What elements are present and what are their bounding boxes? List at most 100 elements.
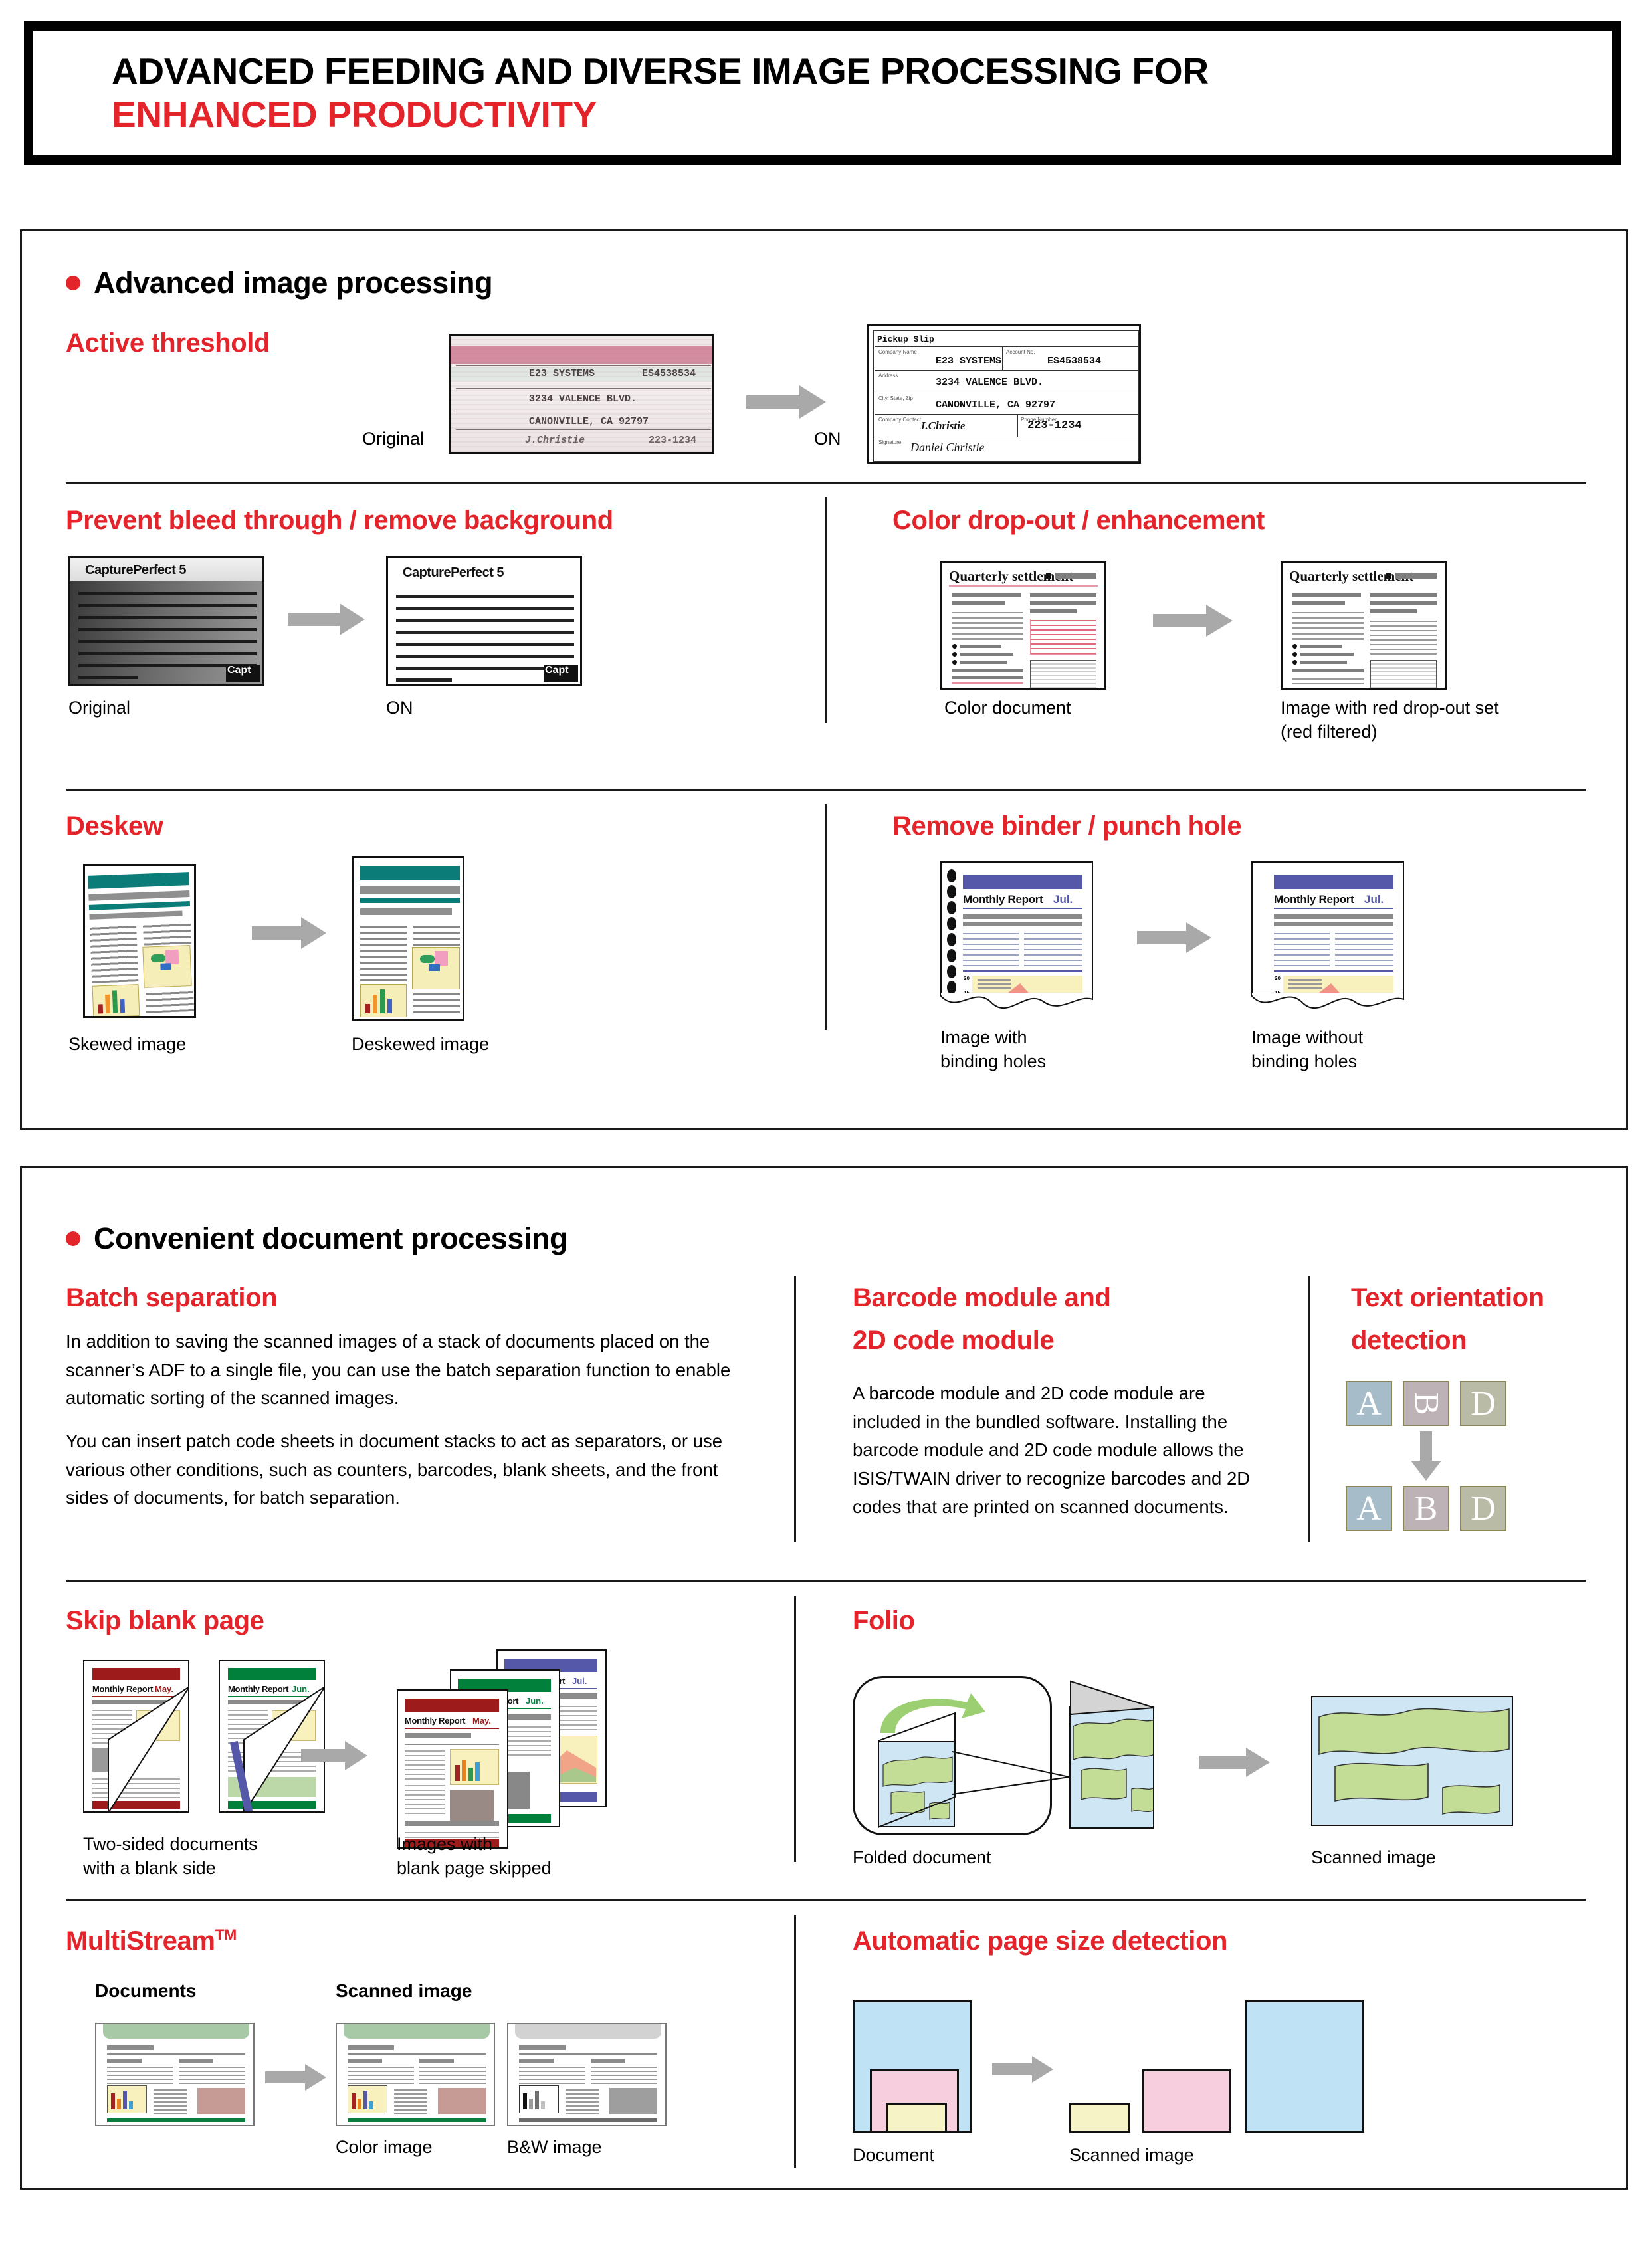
header-title-line2: ENHANCED PRODUCTIVITY [112,94,597,135]
capture-logo: Capt [226,665,260,682]
doc-title-monthly-report: Monthly Report [405,1716,466,1726]
doc-month-label: May. [472,1716,491,1726]
barcode-module-paragraph: A barcode module and 2D code module are … [853,1383,1251,1517]
divider-horizontal [66,789,1586,791]
letter-box-before-b: B [1403,1381,1449,1426]
arrow-right-icon [265,2064,326,2091]
page-header: ADVANCED FEEDING AND DIVERSE IMAGE PROCE… [24,21,1621,165]
label-scanned-image: Scanned image [336,1980,472,2001]
section-heading-advanced: Advanced image processing [66,266,493,300]
caption-with-holes-l2: binding holes [940,1051,1047,1071]
image-two-sided-doc-may: Monthly Report May. [83,1660,189,1813]
doc-title-monthly-report: Monthly Report [1274,893,1354,906]
feature-title-batch-separation: Batch separation [66,1283,278,1312]
feature-title-prevent-bleed: Prevent bleed through / remove backgroun… [66,506,613,535]
doc-month-label: Jul. [1053,893,1073,906]
caption-folio-scanned: Scanned image [1311,1847,1436,1867]
page-size-scanned-medium [1142,2069,1231,2133]
letter-glyph: A [1356,1489,1382,1528]
image-skewed-document [83,864,196,1018]
feature-title-active-threshold: Active threshold [66,328,270,358]
arrow-right-icon [992,2056,1053,2083]
feature-title-barcode-l2: 2D code module [853,1326,1055,1355]
caption-auto-size-document: Document [853,2145,935,2165]
image-without-binding-holes: Monthly Report Jul. 20 15 [1251,861,1404,994]
image-original-receipt: E23 SYSTEMS ES4538534 3234 VALENCE BLVD.… [449,334,714,454]
image-folded-document-right [1069,1706,1154,1829]
image-red-filtered-document: Quarterly settlement [1281,561,1447,690]
letter-box-before-d: D [1460,1381,1506,1426]
image-stack-may: Monthly Report May. [397,1689,508,1849]
caption-color-document: Color document [944,698,1071,718]
caption-active-threshold-on: ON [814,429,841,449]
torn-edge-icon [940,993,1093,1009]
arrow-right-icon [301,1741,367,1770]
feature-title-color-dropout: Color drop-out / enhancement [892,506,1265,535]
letter-glyph: A [1356,1384,1382,1423]
feature-title-skip-blank-page: Skip blank page [66,1606,264,1635]
multistream-label: MultiStream [66,1926,215,1956]
image-color-document: Quarterly settlement [940,561,1106,690]
feature-title-text-orientation-l1: Text orientation [1351,1283,1544,1312]
caption-deskewed-image: Deskewed image [352,1034,490,1054]
arrow-right-icon [288,603,365,635]
caption-two-sided-l2: with a blank side [83,1858,216,1878]
divider-horizontal [66,1899,1586,1901]
arrow-right-icon [746,385,826,419]
caption-skewed-image: Skewed image [68,1034,187,1054]
divider-horizontal [66,482,1586,484]
caption-two-sided-l1: Two-sided documents [83,1834,258,1854]
feature-title-multistream: MultiStreamTM [66,1926,237,1957]
caption-folded-document: Folded document [853,1847,991,1867]
image-multistream-bw [507,2023,667,2126]
image-deskewed-document [352,856,464,1021]
image-thresholded-receipt: Pickup Slip Company Name Account No. Add… [867,324,1141,464]
feature-title-folio: Folio [853,1606,915,1635]
caption-bw-image: B&W image [507,2137,602,2157]
connector-lines [952,1751,1070,1795]
image-bleed-original: CapturePerfect 5 Capt [68,556,264,686]
feature-title-auto-page-size: Automatic page size detection [853,1926,1228,1956]
feature-title-text-orientation-l2: detection [1351,1326,1467,1355]
label-documents: Documents [95,1980,197,2001]
section-title-convenient: Convenient document processing [94,1221,568,1255]
fold-flap-icon [1070,1680,1155,1716]
caption-with-holes-l1: Image with [940,1027,1027,1047]
feature-title-deskew: Deskew [66,811,163,841]
doc-title-monthly-report: Monthly Report [963,893,1043,906]
letter-box-after-d: D [1460,1486,1506,1531]
arrow-right-icon [1199,1748,1270,1777]
divider-vertical [825,497,827,723]
letter-glyph: D [1471,1384,1496,1423]
feature-title-remove-binder: Remove binder / punch hole [892,811,1242,841]
section-heading-convenient: Convenient document processing [66,1221,568,1256]
multistream-trademark: TM [215,1926,237,1944]
divider-vertical [825,804,827,1030]
caption-bleed-original: Original [68,698,131,718]
arrow-right-icon [252,917,326,949]
divider-vertical [1308,1276,1310,1542]
red-highlight-block [1030,619,1096,655]
image-multistream-source [95,2023,255,2126]
page-size-scanned-large [1245,2000,1364,2133]
doc-month-label: Jul. [572,1676,587,1686]
caption-bleed-on: ON [386,698,413,718]
letter-box-before-a: A [1346,1381,1392,1426]
divider-horizontal [66,1580,1586,1582]
caption-blank-skipped-l1: Images with [397,1834,493,1854]
letter-glyph: D [1471,1489,1496,1528]
page-size-scanned-small [1069,2103,1130,2133]
header-title-line1: ADVANCED FEEDING AND DIVERSE IMAGE PROCE… [112,51,1209,92]
caption-red-dropout-l1: Image with red drop-out set [1281,698,1499,718]
image-two-sided-doc-jun: Monthly Report Jun. [219,1660,325,1813]
divider-vertical [794,1276,796,1542]
letter-glyph: B [1414,1489,1438,1528]
caption-color-image: Color image [336,2137,433,2157]
arrow-right-icon [1137,922,1211,953]
doc-month-label: Jul. [1364,893,1384,906]
letter-glyph: B [1407,1392,1445,1415]
feature-title-barcode-l1: Barcode module and [853,1283,1111,1312]
panel-convenient-document-processing: Convenient document processing Batch sep… [20,1166,1628,2190]
panel-advanced-image-processing: Advanced image processing Active thresho… [20,229,1628,1130]
batch-separation-paragraph-1: In addition to saving the scanned images… [66,1331,731,1409]
